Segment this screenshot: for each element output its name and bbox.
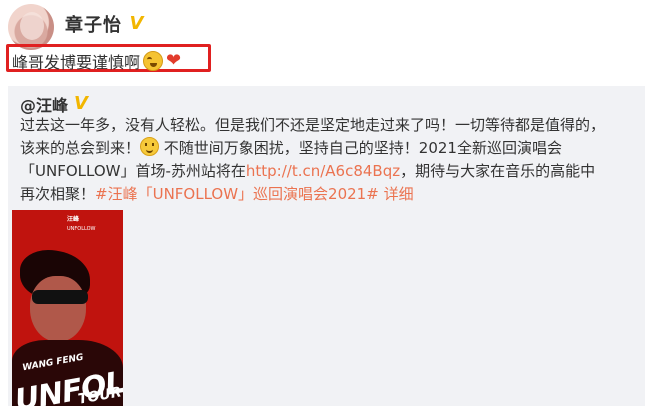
repost-author-name[interactable]: @汪峰 bbox=[20, 92, 68, 116]
repost-author[interactable]: @汪峰 V bbox=[20, 92, 90, 116]
verified-badge-icon: V bbox=[74, 93, 88, 114]
detail-link[interactable]: 详细 bbox=[384, 185, 414, 203]
verified-badge-icon: V bbox=[129, 13, 145, 34]
repost-line-3b: ，期待与大家在音乐的高能中 bbox=[400, 162, 596, 180]
post-text-content: 峰哥发博要谨慎啊 bbox=[12, 53, 141, 72]
poster-face bbox=[30, 276, 86, 342]
concert-poster-image[interactable]: 汪峰 UNFOLLOW WANG FENG UNFOLLOW TOUR bbox=[12, 210, 123, 406]
repost-line-2b: 不随世间万象困扰，坚持自己的坚持！2021全新巡回演唱会 bbox=[159, 139, 562, 157]
hashtag-link[interactable]: #汪峰「UNFOLLOW」巡回演唱会2021# bbox=[95, 185, 379, 203]
heart-icon: ❤ bbox=[166, 50, 182, 71]
repost-line-4a: 再次相聚！ bbox=[20, 185, 96, 203]
short-url-link[interactable]: http://t.cn/A6c84Bqz bbox=[246, 162, 400, 180]
post-text: 峰哥发博要谨慎啊 ❤ bbox=[12, 49, 181, 73]
post-author-name[interactable]: 章子怡 bbox=[65, 11, 122, 37]
repost-line-2a: 该来的总会到来！ bbox=[20, 139, 141, 157]
post-author[interactable]: 章子怡 V bbox=[65, 11, 146, 37]
smile-emoji-icon bbox=[140, 137, 160, 156]
poster-subtitle: UNFOLLOW bbox=[67, 226, 96, 232]
repost-line-1: 过去这一年多，没有人轻松。但是我们不还是坚定地走过来了吗！一切等待都是值得的， bbox=[20, 116, 606, 134]
poster-sunglasses bbox=[32, 290, 88, 304]
repost-line-3a: 「UNFOLLOW」首场-苏州站将在 bbox=[20, 162, 246, 180]
repost-text: 过去这一年多，没有人轻松。但是我们不还是坚定地走过来了吗！一切等待都是值得的， … bbox=[20, 114, 635, 206]
poster-title: 汪峰 bbox=[67, 216, 80, 223]
repost-container: @汪峰 V 过去这一年多，没有人轻松。但是我们不还是坚定地走过来了吗！一切等待都… bbox=[8, 86, 645, 406]
laughing-crying-emoji-icon bbox=[143, 51, 164, 71]
